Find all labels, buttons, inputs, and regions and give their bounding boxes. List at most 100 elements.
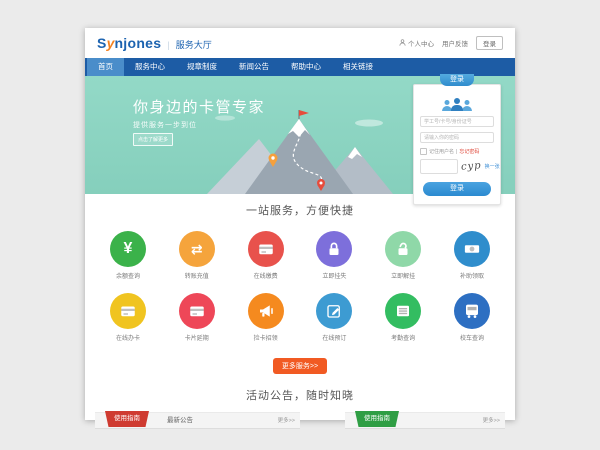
bank-card-icon (257, 240, 275, 258)
services-row-1: 在线办卡卡片延期捡卡招领在线预订考勤查询校车查询 (85, 293, 515, 342)
service-label: 捡卡招领 (236, 333, 296, 342)
yen-icon: ¥ (124, 241, 133, 257)
nav-item-4[interactable]: 帮助中心 (280, 58, 332, 76)
unlock-icon (394, 240, 412, 258)
forgot-password-link[interactable]: 忘记密码 (459, 148, 479, 155)
nav-item-5[interactable]: 相关链接 (332, 58, 384, 76)
nav-item-0[interactable]: 首页 (87, 58, 124, 76)
service-circle (454, 293, 490, 329)
synjones-logo: Synjones | 服务大厅 (97, 35, 212, 51)
login-form: 记住用户名 | 忘记密码 cyp 换一张 登录 (413, 84, 501, 205)
remember-checkbox[interactable] (420, 148, 427, 155)
logo-accent: y (107, 35, 115, 51)
login-submit-button[interactable]: 登录 (423, 182, 491, 196)
personal-center-label: 个人中心 (408, 38, 434, 48)
remember-forgot-divider: | (456, 149, 457, 155)
left-more-link[interactable]: 更多>> (278, 413, 295, 429)
left-column-header: 使用指南 最新公告 更多>> (95, 412, 300, 429)
password-input[interactable] (420, 132, 494, 143)
service-label: 在线预订 (304, 333, 364, 342)
login-panel: 登录 记住用户名 | 忘记密码 cyp 换一张 (413, 74, 501, 205)
service-label: 补助领取 (442, 271, 502, 280)
list-icon (394, 302, 412, 320)
usage-guide-ribbon-right[interactable]: 使用指南 (355, 411, 399, 427)
service-circle (179, 293, 215, 329)
bus-icon (463, 302, 481, 320)
service-circle (248, 231, 284, 267)
right-more-link[interactable]: 更多>> (483, 413, 500, 429)
captcha-input[interactable] (420, 159, 458, 174)
captcha-refresh-link[interactable]: 换一张 (485, 163, 500, 170)
card-icon (119, 302, 137, 320)
transfer-arrows-icon: ⇄ (191, 242, 203, 256)
service-item[interactable]: ⇄ 转账充值 (167, 231, 227, 280)
service-item[interactable]: 在线预订 (304, 293, 364, 342)
service-circle (316, 231, 352, 267)
banner-title: 你身边的卡管专家 (133, 96, 265, 117)
announcements-section-title: 活动公告，随时知晓 (85, 387, 515, 403)
service-circle (248, 293, 284, 329)
banknote-icon (463, 240, 481, 258)
mountain-illustration (197, 109, 397, 194)
logo-text: S (97, 35, 107, 51)
services-grid: ¥ 余额查询 ⇄ 转账充值在线缴费立即挂失立即解挂补助领取在线办卡卡片延期捡卡招领在线… (85, 231, 515, 342)
card-icon (188, 302, 206, 320)
header-links: 个人中心 用户反馈 登录 (399, 36, 503, 50)
service-item[interactable]: 卡片延期 (167, 293, 227, 342)
person-icon (399, 39, 406, 48)
more-services-button[interactable]: 更多服务>> (273, 358, 327, 374)
service-label: 余额查询 (98, 271, 158, 280)
service-label: 转账充值 (167, 271, 227, 280)
announcements-left-column: 使用指南 最新公告 更多>> (95, 412, 300, 429)
header-login-button[interactable]: 登录 (476, 36, 503, 50)
service-circle: ¥ (110, 231, 146, 267)
service-circle (454, 231, 490, 267)
service-label: 在线缴费 (236, 271, 296, 280)
announcements-strip: 使用指南 最新公告 更多>> 使用指南 更多>> (85, 412, 515, 429)
site-header: Synjones | 服务大厅 个人中心 用户反馈 登录 (85, 28, 515, 58)
nav-item-1[interactable]: 服务中心 (124, 58, 176, 76)
service-item[interactable]: 在线缴费 (236, 231, 296, 280)
users-icon (420, 97, 494, 111)
service-item[interactable]: 考勤查询 (373, 293, 433, 342)
remember-label: 记住用户名 (429, 148, 454, 155)
nav-item-2[interactable]: 规章制度 (176, 58, 228, 76)
service-label: 立即挂失 (304, 271, 364, 280)
service-item[interactable]: 校车查询 (442, 293, 502, 342)
service-label: 立即解挂 (373, 271, 433, 280)
captcha-image[interactable]: cyp (461, 160, 482, 172)
service-item[interactable]: 在线办卡 (98, 293, 158, 342)
service-circle (385, 231, 421, 267)
service-label: 校车查询 (442, 333, 502, 342)
login-tab[interactable]: 登录 (440, 74, 474, 86)
desktop-background: Synjones | 服务大厅 个人中心 用户反馈 登录 首页服务中心规章制度新… (0, 0, 600, 450)
banner-cta-button[interactable]: 点击了解更多 (133, 133, 173, 146)
announcements-right-column: 使用指南 更多>> (345, 412, 505, 429)
service-label: 考勤查询 (373, 333, 433, 342)
service-hall-page: Synjones | 服务大厅 个人中心 用户反馈 登录 首页服务中心规章制度新… (85, 28, 515, 420)
service-label: 在线办卡 (98, 333, 158, 342)
pencil-icon (325, 302, 343, 320)
personal-center-link[interactable]: 个人中心 (399, 38, 434, 48)
service-item[interactable]: 立即解挂 (373, 231, 433, 280)
usage-guide-ribbon-left[interactable]: 使用指南 (105, 411, 149, 427)
nav-item-3[interactable]: 新闻公告 (228, 58, 280, 76)
service-item[interactable]: 立即挂失 (304, 231, 364, 280)
product-name: 服务大厅 (176, 38, 212, 51)
service-circle (385, 293, 421, 329)
service-item[interactable]: 补助领取 (442, 231, 502, 280)
logo-divider: | (167, 40, 169, 50)
logo-text-rest: njones (114, 35, 161, 51)
service-circle (110, 293, 146, 329)
lock-icon (325, 240, 343, 258)
user-feedback-link[interactable]: 用户反馈 (442, 38, 468, 48)
user-feedback-label: 用户反馈 (442, 38, 468, 48)
right-column-header: 使用指南 更多>> (345, 412, 505, 429)
service-label: 卡片延期 (167, 333, 227, 342)
banner-subtitle: 提供服务一步到位 (133, 120, 197, 130)
service-circle: ⇄ (179, 231, 215, 267)
latest-announcements-tab[interactable]: 最新公告 (167, 413, 193, 429)
account-input[interactable] (420, 116, 494, 127)
service-item[interactable]: 捡卡招领 (236, 293, 296, 342)
service-item[interactable]: ¥ 余额查询 (98, 231, 158, 280)
